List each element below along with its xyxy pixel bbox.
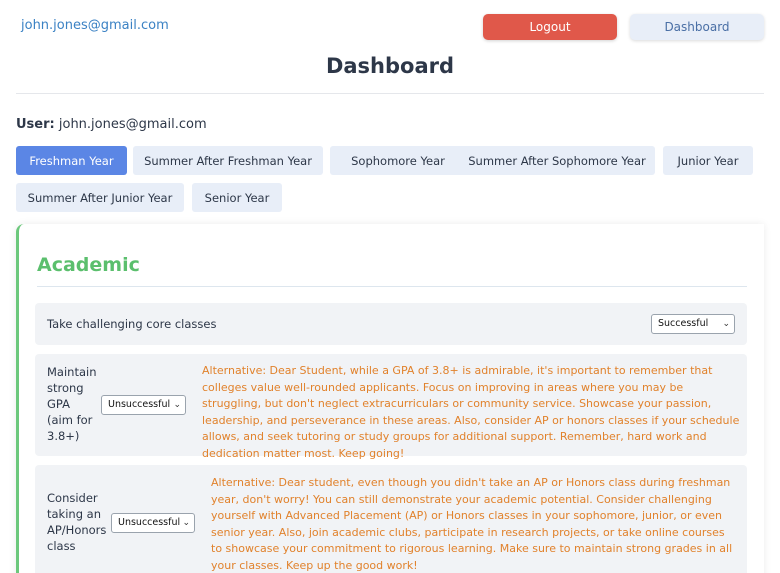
goal-text: Consider taking an AP/Honors class (47, 491, 107, 553)
logout-button[interactable]: Logout (483, 14, 617, 40)
status-select-value: Unsuccessful (108, 399, 171, 410)
chevron-down-icon: ⌄ (182, 518, 190, 528)
status-select[interactable]: Unsuccessful ⌄ (101, 395, 186, 415)
section-title: Academic (37, 254, 140, 276)
academic-section: Academic Take challenging core classes S… (16, 224, 764, 573)
alternative-suggestion: Alternative: Dear student, even though y… (211, 476, 733, 572)
tab-freshman-year[interactable]: Freshman Year (16, 146, 127, 175)
title-divider (16, 93, 764, 94)
status-select[interactable]: Successful ⌄ (651, 314, 735, 334)
chevron-down-icon: ⌄ (173, 400, 181, 410)
alternative-suggestion: Alternative: Dear Student, while a GPA o… (202, 364, 740, 460)
tab-summer-after-sophomore-year[interactable]: Summer After Sophomore Year (459, 146, 655, 175)
top-bar: john.jones@gmail.com Logout Dashboard (0, 0, 780, 54)
page-title: Dashboard (325, 54, 455, 78)
tab-summer-after-junior-year[interactable]: Summer After Junior Year (16, 183, 184, 212)
status-select[interactable]: Unsuccessful ⌄ (111, 513, 195, 533)
section-divider (37, 286, 747, 287)
goal-card: Maintain strong GPA (aim for 3.8+) Unsuc… (35, 354, 747, 460)
status-select-value: Unsuccessful (118, 517, 181, 528)
goal-text: Maintain strong GPA (aim for 3.8+) (47, 365, 97, 443)
goal-text: Take challenging core classes (47, 317, 217, 331)
user-info: User: john.jones@gmail.com (16, 117, 207, 132)
tab-junior-year[interactable]: Junior Year (663, 146, 753, 175)
tab-sophomore-year[interactable]: Sophomore Year (330, 146, 466, 175)
tab-senior-year[interactable]: Senior Year (192, 183, 282, 212)
user-label: User: (16, 117, 55, 132)
chevron-down-icon: ⌄ (722, 319, 730, 329)
status-select-value: Successful (658, 318, 709, 329)
user-email-link[interactable]: john.jones@gmail.com (21, 18, 169, 33)
dashboard-button[interactable]: Dashboard (630, 14, 764, 40)
goal-card: Consider taking an AP/Honors class Unsuc… (35, 465, 747, 573)
tab-summer-after-freshman-year[interactable]: Summer After Freshman Year (133, 146, 323, 175)
goal-card: Take challenging core classes Successful… (35, 303, 747, 345)
user-value: john.jones@gmail.com (58, 117, 207, 132)
